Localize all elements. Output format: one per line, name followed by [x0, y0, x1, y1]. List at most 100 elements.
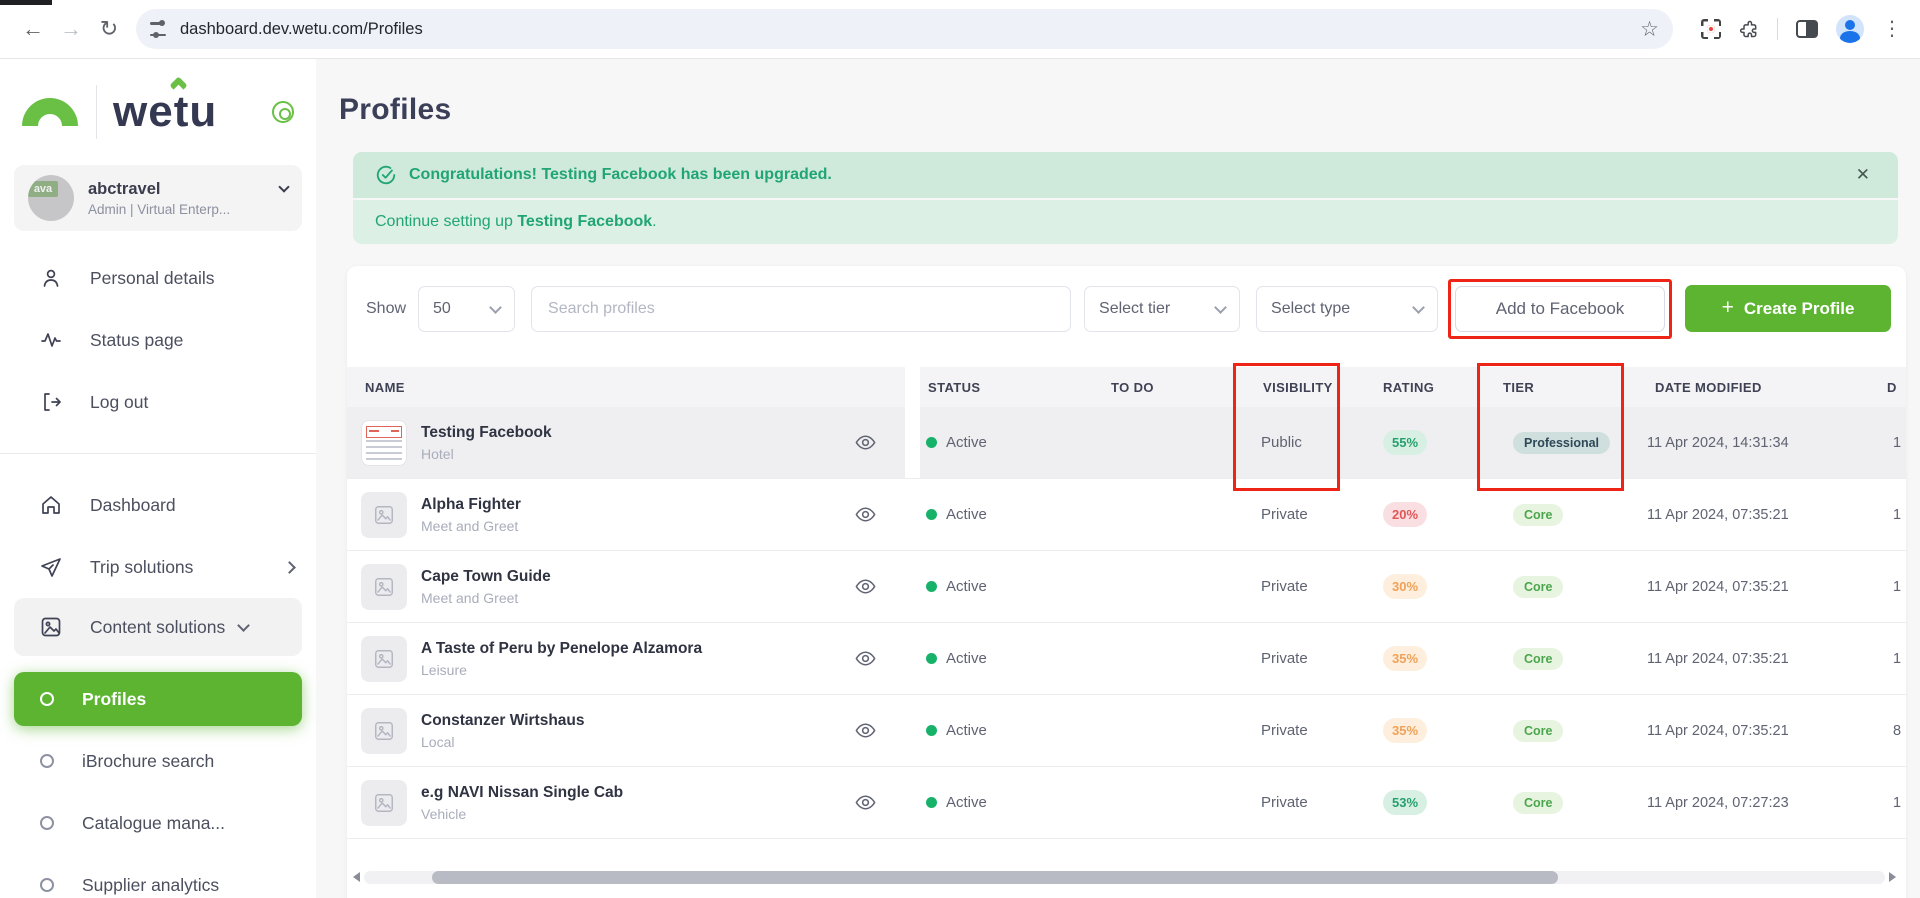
status-label: Active — [946, 794, 987, 811]
table-row[interactable]: Alpha Fighter Meet and Greet Active Priv… — [347, 479, 1906, 551]
sidebar-item-trip-solutions[interactable]: Trip solutions — [0, 536, 316, 598]
reload-icon[interactable]: ↻ — [90, 10, 128, 48]
rating-badge: 30% — [1383, 574, 1427, 599]
status-label: Active — [946, 434, 987, 451]
add-to-facebook-button[interactable]: Add to Facebook — [1455, 286, 1665, 332]
table-row[interactable]: Cape Town Guide Meet and Greet Active Pr… — [347, 551, 1906, 623]
bookmark-star-icon[interactable]: ☆ — [1640, 17, 1659, 42]
sidebar-item-status-page[interactable]: Status page — [0, 309, 316, 371]
browser-menu-icon[interactable]: ⋮ — [1882, 19, 1902, 39]
sidebar-item-personal-details[interactable]: Personal details — [0, 247, 316, 309]
back-icon[interactable]: ← — [14, 10, 52, 48]
forward-icon[interactable]: → — [52, 10, 90, 48]
sidebar: wetu ava abctravel Admin | Virtual Enter… — [0, 59, 316, 898]
create-profile-button[interactable]: + Create Profile — [1685, 285, 1891, 332]
extensions-icon[interactable] — [1739, 19, 1759, 39]
sidebar-item-supplier-analytics[interactable]: Supplier analytics — [0, 854, 316, 898]
sidebar-item-catalogue-mana[interactable]: Catalogue mana... — [0, 792, 316, 854]
browser-profile-avatar[interactable] — [1836, 15, 1864, 43]
page-size-select[interactable]: 50 — [418, 286, 515, 332]
type-select[interactable]: Select type — [1256, 286, 1438, 332]
banner-profile-link[interactable]: Testing Facebook — [517, 213, 652, 230]
sidebar-collapse-icon[interactable] — [272, 101, 294, 123]
column-header-to-do: TO DO — [1105, 367, 1255, 407]
visibility-value: Private — [1255, 551, 1377, 622]
profile-thumbnail — [361, 492, 407, 538]
account-switcher[interactable]: ava abctravel Admin | Virtual Enterp... — [14, 165, 302, 231]
preview-eye-icon[interactable] — [854, 719, 877, 742]
chevron-down-icon — [1412, 301, 1425, 314]
home-icon — [38, 492, 64, 518]
table-header: NAMESTATUSTO DOVISIBILITYRATINGTIERDATE … — [347, 367, 1906, 407]
check-circle-icon — [375, 164, 397, 186]
scrollbar-track[interactable] — [364, 871, 1885, 884]
date-modified: 11 Apr 2024, 07:35:21 — [1639, 551, 1879, 622]
tier-badge: Core — [1513, 720, 1563, 742]
profile-name: Cape Town Guide — [421, 568, 551, 586]
profiles-table: Testing Facebook Hotel Active Public 55%… — [347, 407, 1906, 839]
clipped-next-column: 8 — [1879, 695, 1906, 766]
preview-eye-icon[interactable] — [854, 647, 877, 670]
scroll-left-icon[interactable] — [353, 872, 360, 882]
url-text[interactable]: dashboard.dev.wetu.com/Profiles — [180, 20, 1640, 39]
account-role: Admin | Virtual Enterp... — [88, 202, 288, 217]
column-header-d: D — [1879, 367, 1906, 407]
toolbar-divider — [1777, 18, 1778, 40]
date-modified: 11 Apr 2024, 07:27:23 — [1639, 767, 1879, 838]
column-header-name: NAME — [347, 367, 905, 407]
frozen-column-gap — [905, 367, 920, 407]
status-dot — [926, 725, 937, 736]
banner-close-icon[interactable]: ✕ — [1850, 163, 1876, 187]
sidebar-item-ibrochure-search[interactable]: iBrochure search — [0, 730, 316, 792]
facebook-annotation-box: Add to Facebook — [1448, 279, 1672, 339]
todo-cell — [1105, 551, 1255, 622]
sidebar-item-label: Dashboard — [90, 495, 176, 516]
preview-eye-icon[interactable] — [854, 503, 877, 526]
site-settings-icon[interactable] — [150, 22, 168, 36]
search-input[interactable] — [531, 286, 1071, 332]
circle-icon — [40, 692, 54, 706]
tier-badge: Professional — [1513, 432, 1610, 454]
plus-icon: + — [1722, 296, 1734, 320]
side-panel-icon[interactable] — [1796, 20, 1818, 38]
preview-eye-icon[interactable] — [854, 791, 877, 814]
status-label: Active — [946, 650, 987, 667]
table-row[interactable]: A Taste of Peru by Penelope Alzamora Lei… — [347, 623, 1906, 695]
sidebar-item-label: Personal details — [90, 268, 215, 289]
table-row[interactable]: Constanzer Wirtshaus Local Active Privat… — [347, 695, 1906, 767]
logo: wetu — [0, 59, 316, 157]
tier-badge: Core — [1513, 792, 1563, 814]
sidebar-item-log-out[interactable]: Log out — [0, 371, 316, 433]
table-row[interactable]: Testing Facebook Hotel Active Public 55%… — [347, 407, 1906, 479]
profiles-card: Show 50 Select tier Select type Add to F… — [347, 266, 1906, 898]
profile-type: Local — [421, 734, 585, 750]
frozen-column-gap — [905, 407, 920, 478]
logout-icon — [38, 389, 64, 415]
column-header-status: STATUS — [920, 367, 1105, 407]
sidebar-item-profiles[interactable]: Profiles — [14, 672, 302, 726]
frozen-column-gap — [905, 695, 920, 766]
sidebar-item-content-solutions[interactable]: Content solutions — [14, 598, 302, 656]
frozen-column-gap — [905, 623, 920, 694]
sidebar-item-dashboard[interactable]: Dashboard — [0, 474, 316, 536]
sidebar-sub-item-label: Profiles — [82, 689, 146, 710]
column-header-date-modified: DATE MODIFIED — [1639, 367, 1879, 407]
preview-eye-icon[interactable] — [854, 575, 877, 598]
scrollbar-thumb[interactable] — [432, 871, 1558, 884]
pulse-icon — [38, 327, 64, 353]
screen-capture-extension-icon[interactable] — [1701, 19, 1721, 39]
preview-eye-icon[interactable] — [854, 431, 877, 454]
profile-thumbnail — [361, 564, 407, 610]
rating-badge: 20% — [1383, 502, 1427, 527]
tier-select[interactable]: Select tier — [1084, 286, 1240, 332]
banner-secondary: Continue setting up Testing Facebook. — [353, 200, 1898, 244]
circle-icon — [40, 878, 54, 892]
horizontal-scrollbar[interactable] — [353, 869, 1896, 885]
sidebar-sub-menu: Profiles iBrochure search Catalogue mana… — [0, 662, 316, 898]
clipped-next-column: 1 — [1879, 623, 1906, 694]
scroll-right-icon[interactable] — [1889, 872, 1896, 882]
table-row[interactable]: e.g NAVI Nissan Single Cab Vehicle Activ… — [347, 767, 1906, 839]
address-bar[interactable]: dashboard.dev.wetu.com/Profiles ☆ — [136, 9, 1673, 49]
logo-caret-icon — [172, 79, 185, 92]
todo-cell — [1105, 767, 1255, 838]
